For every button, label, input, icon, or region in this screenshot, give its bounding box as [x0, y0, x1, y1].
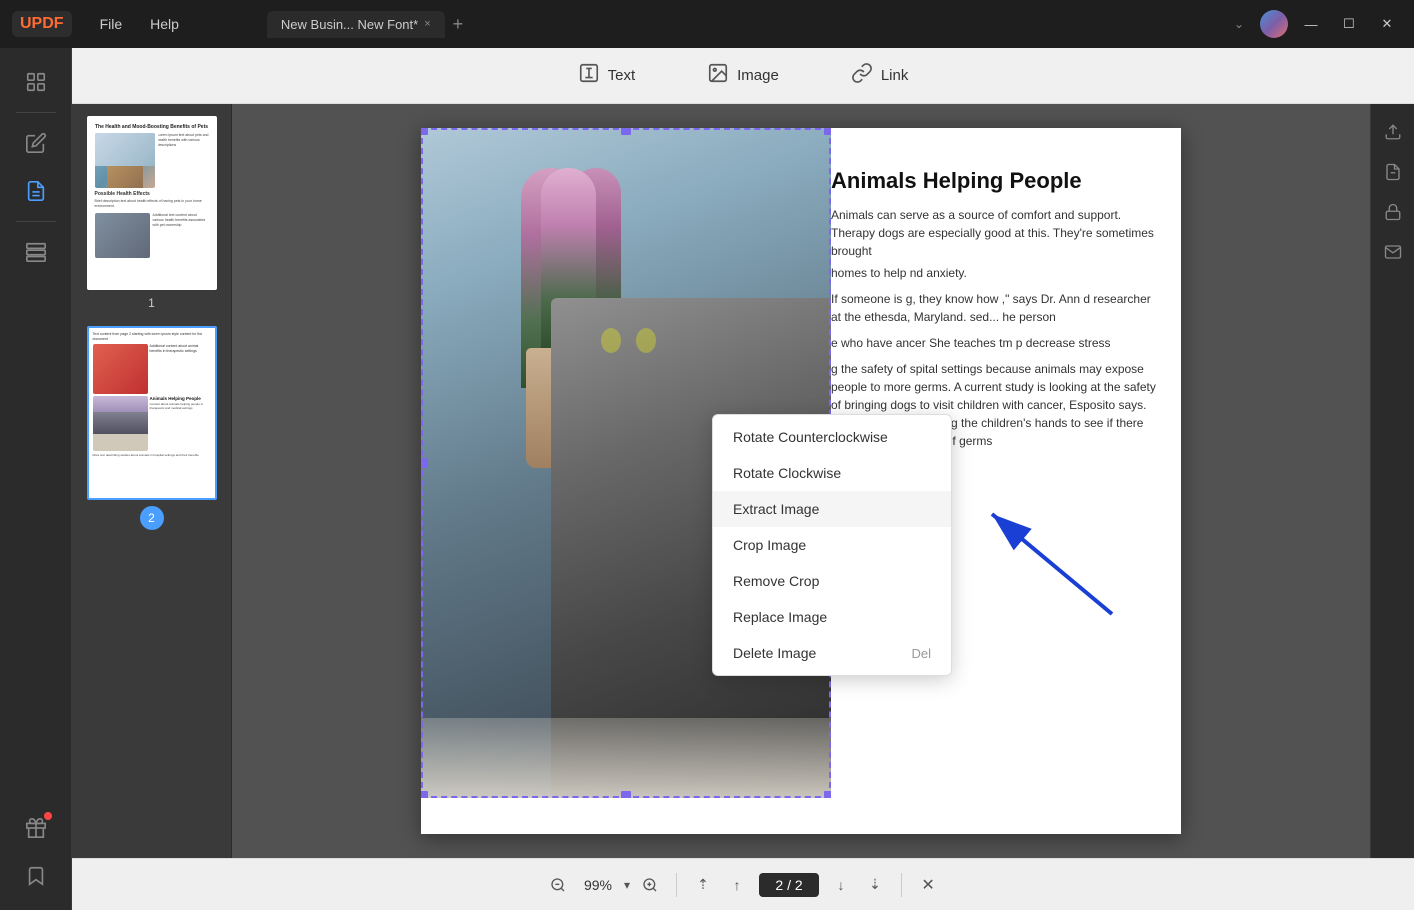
edit-toolbar: Text Image Link — [72, 48, 1414, 104]
zoom-value[interactable]: 99% — [578, 877, 618, 893]
tab-close-btn[interactable]: × — [424, 18, 430, 30]
text-tool-icon — [578, 62, 600, 89]
right-email-icon[interactable] — [1377, 236, 1409, 268]
context-menu: Rotate Counterclockwise Rotate Clockwise… — [712, 414, 952, 676]
titlebar-menu: File Help — [88, 10, 191, 38]
titlebar: UPDF File Help New Busin... New Font* × … — [0, 0, 1414, 48]
window-controls: ⌄ — ☐ ✕ — [1234, 10, 1402, 38]
next-page-btn[interactable]: ↓ — [827, 871, 855, 899]
prev-page-btn[interactable]: ↑ — [723, 871, 751, 899]
context-menu-replace[interactable]: Replace Image — [713, 599, 951, 635]
tabs-dropdown-icon[interactable]: ⌄ — [1234, 17, 1244, 31]
minimize-btn[interactable]: — — [1296, 13, 1326, 35]
bottom-toolbar: 99% ▾ ⇡ ↑ 2 / 2 ↓ ⇣ ✕ — [72, 858, 1414, 910]
page-area: The Health and Mood-Boosting Benefits of… — [72, 104, 1414, 858]
context-menu-rotate-ccw[interactable]: Rotate Counterclockwise — [713, 419, 951, 455]
text-tool-label: Text — [608, 67, 636, 84]
context-menu-delete[interactable]: Delete Image Del — [713, 635, 951, 671]
right-security-icon[interactable] — [1377, 196, 1409, 228]
tab-label: New Busin... New Font* — [281, 17, 418, 32]
thumbnail-panel: The Health and Mood-Boosting Benefits of… — [72, 104, 232, 858]
maximize-btn[interactable]: ☐ — [1334, 13, 1364, 35]
sidebar-divider-1 — [16, 112, 56, 113]
page-indicator[interactable]: 2 / 2 — [759, 873, 819, 897]
tab-bar: New Busin... New Font* × + — [267, 11, 471, 38]
link-tool-label: Link — [881, 67, 909, 84]
image-tool[interactable]: Image — [691, 54, 795, 97]
zoom-dropdown-btn[interactable]: ▾ — [624, 878, 630, 892]
page-navigation: ⇡ ↑ — [689, 871, 751, 899]
thumb-img-2: Text content from page 2 starting with l… — [87, 326, 217, 500]
image-tool-label: Image — [737, 67, 779, 84]
user-avatar[interactable] — [1260, 10, 1288, 38]
toolbar-divider-2 — [901, 873, 902, 897]
thumbnail-1[interactable]: The Health and Mood-Boosting Benefits of… — [87, 116, 217, 310]
context-menu-remove-crop[interactable]: Remove Crop — [713, 563, 951, 599]
right-panel — [1370, 104, 1414, 858]
text-tool[interactable]: Text — [562, 54, 652, 97]
sidebar-icon-bookmark[interactable] — [14, 854, 58, 898]
toolbar-divider-1 — [676, 873, 677, 897]
zoom-out-btn[interactable] — [544, 871, 572, 899]
zoom-in-btn[interactable] — [636, 871, 664, 899]
add-tab-btn[interactable]: + — [445, 14, 472, 35]
help-menu[interactable]: Help — [138, 10, 191, 38]
updf-logo: UPDF — [12, 11, 72, 37]
right-pdf-icon[interactable] — [1377, 156, 1409, 188]
close-btn[interactable]: ✕ — [1372, 13, 1402, 35]
thumbnail-2[interactable]: Text content from page 2 starting with l… — [87, 326, 217, 530]
context-menu-rotate-cw[interactable]: Rotate Clockwise — [713, 455, 951, 491]
active-tab[interactable]: New Busin... New Font* × — [267, 11, 445, 38]
sidebar-divider-2 — [16, 221, 56, 222]
zoom-control: 99% ▾ — [544, 871, 664, 899]
thumb-page-number-2: 2 — [140, 506, 164, 530]
nav-close-btn[interactable]: ✕ — [914, 871, 942, 899]
sidebar-icon-gift[interactable] — [14, 806, 58, 850]
main-layout: Text Image Link — [0, 48, 1414, 910]
page-navigation-next: ↓ ⇣ — [827, 871, 889, 899]
last-page-btn[interactable]: ⇣ — [861, 871, 889, 899]
context-menu-extract[interactable]: Extract Image — [713, 491, 951, 527]
sidebar-icon-organize[interactable] — [14, 230, 58, 274]
context-menu-crop[interactable]: Crop Image — [713, 527, 951, 563]
sidebar-icon-annotate[interactable] — [14, 169, 58, 213]
sidebar-icon-pages[interactable] — [14, 60, 58, 104]
thumb-label-1: 1 — [148, 296, 155, 310]
content-area: Text Image Link — [72, 48, 1414, 910]
file-menu[interactable]: File — [88, 10, 135, 38]
link-tool-icon — [851, 62, 873, 89]
right-share-icon[interactable] — [1377, 116, 1409, 148]
link-tool[interactable]: Link — [835, 54, 925, 97]
image-tool-icon — [707, 62, 729, 89]
left-sidebar — [0, 48, 72, 910]
document-view[interactable]: Animals Helping People Animals can serve… — [232, 104, 1370, 858]
page-article-title: Animals Helping People — [831, 168, 1161, 194]
thumb-img-1: The Health and Mood-Boosting Benefits of… — [87, 116, 217, 290]
first-page-btn[interactable]: ⇡ — [689, 871, 717, 899]
sidebar-icon-edit[interactable] — [14, 121, 58, 165]
